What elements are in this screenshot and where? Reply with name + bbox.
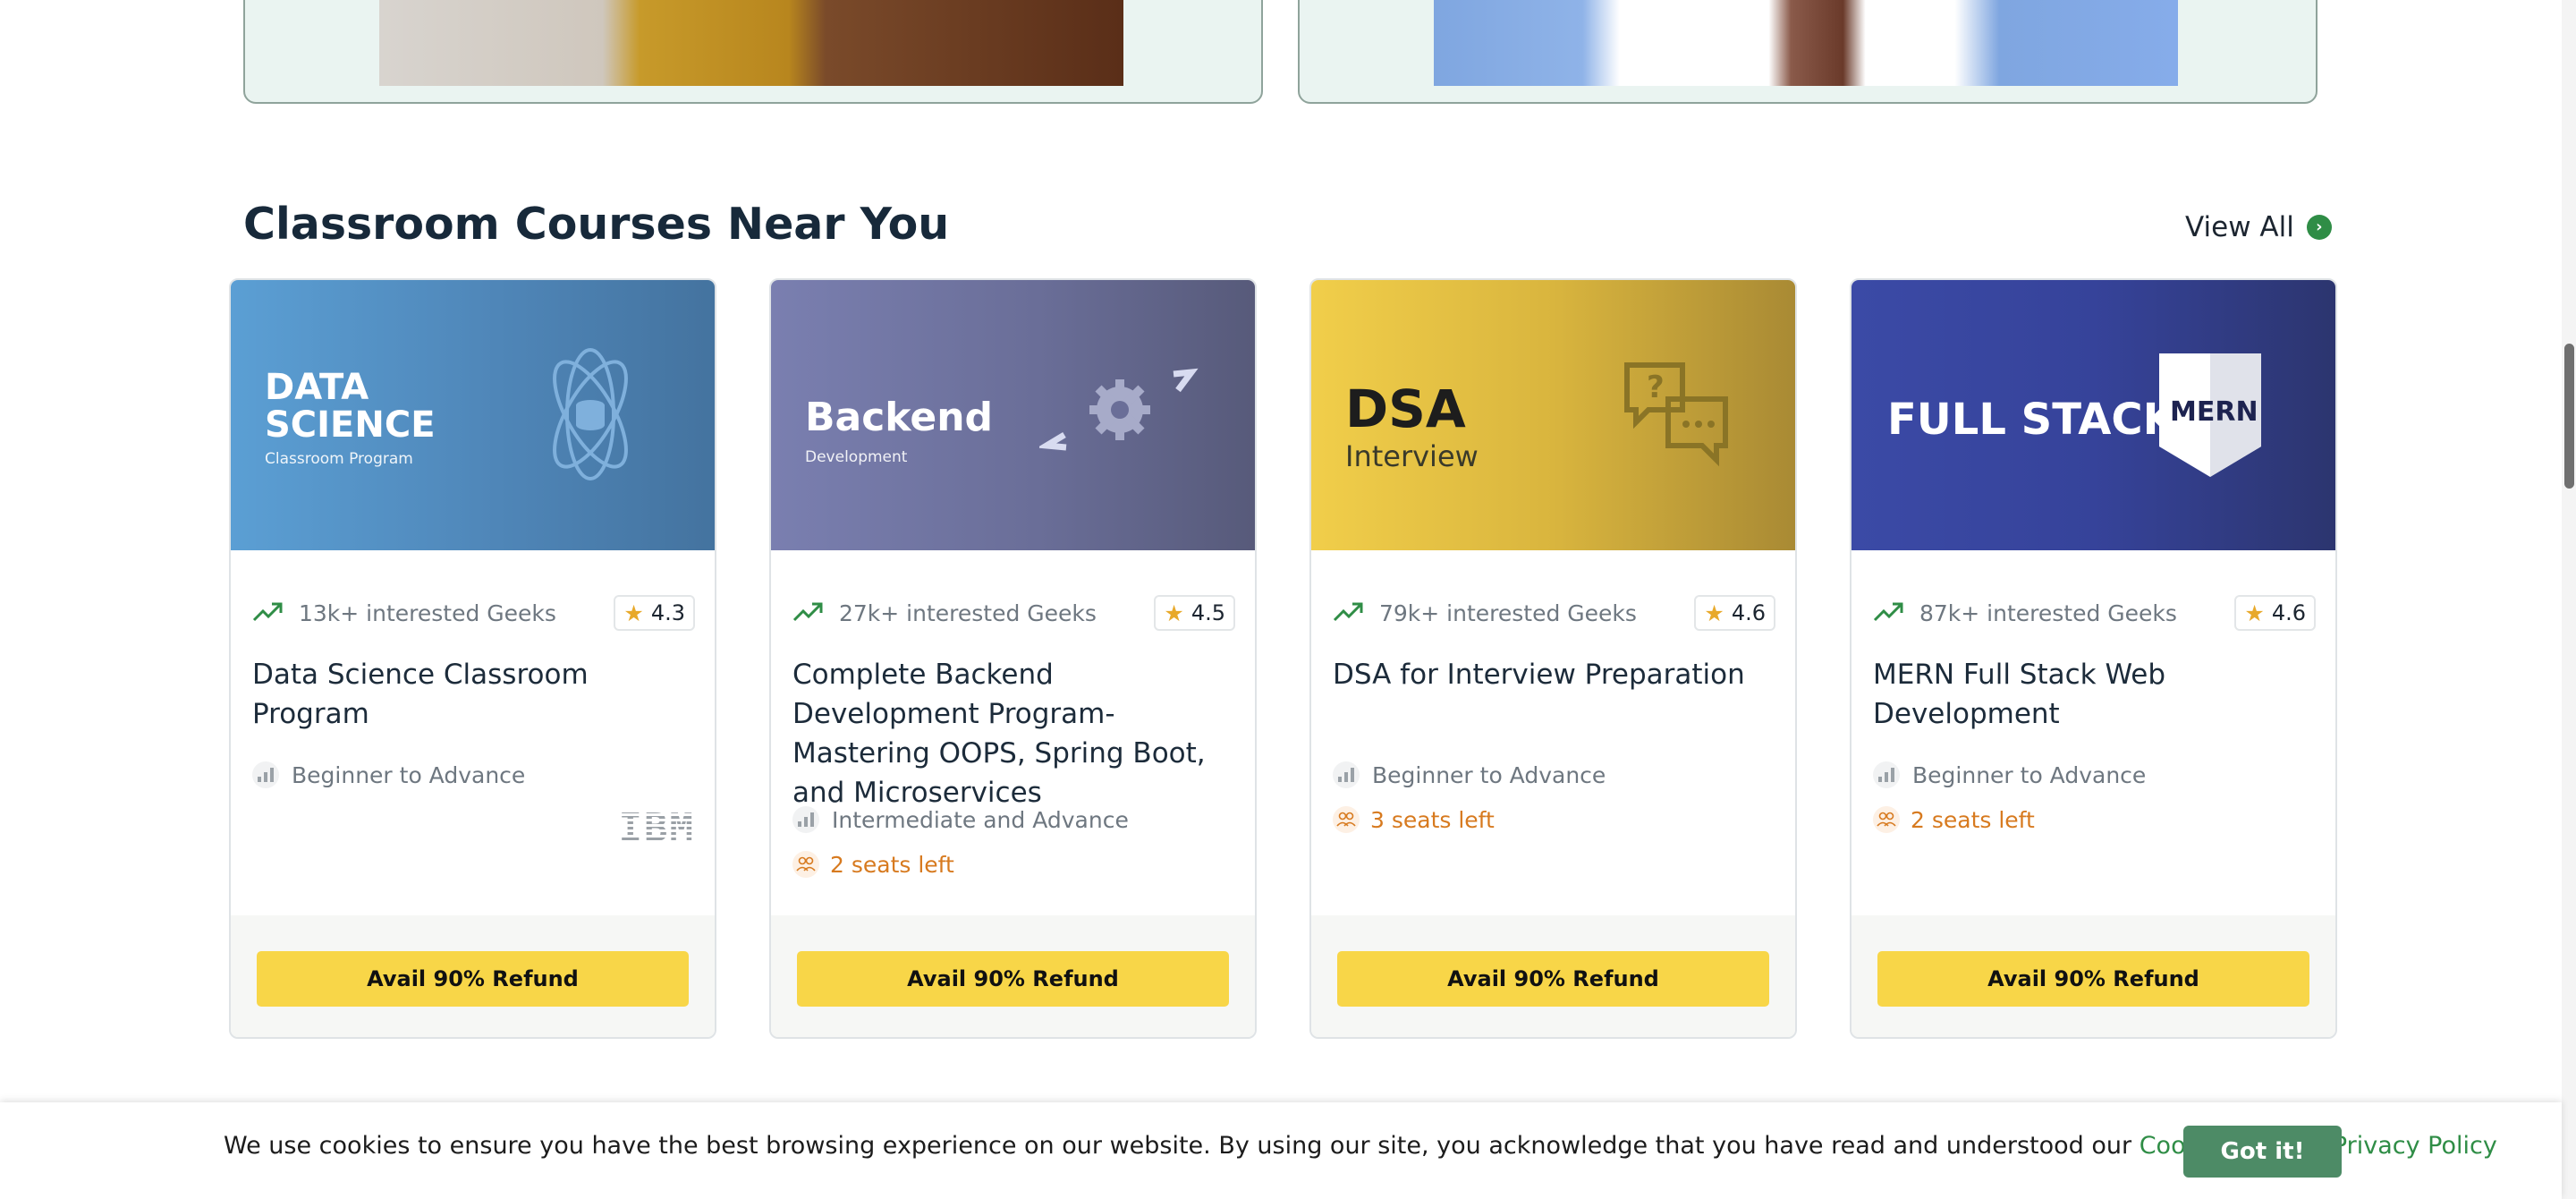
course-banner: DSA Interview ?	[1311, 280, 1795, 550]
rating-value: 4.3	[650, 600, 685, 625]
trending-up-icon	[1333, 602, 1363, 622]
level-bars-icon	[1873, 761, 1900, 788]
course-card-backend[interactable]: Backend Development 27k+ interested Geek…	[769, 278, 1257, 1039]
level-bars-icon	[792, 806, 819, 833]
course-level: Beginner to Advance	[252, 761, 525, 788]
banner-title: Backend	[805, 395, 994, 440]
svg-text:?: ?	[1647, 370, 1665, 405]
cookie-consent-bar: We use cookies to ensure you have the be…	[0, 1102, 2562, 1199]
seats-left-label: 2 seats left	[1911, 806, 2035, 833]
avail-refund-button[interactable]: Avail 90% Refund	[797, 951, 1229, 1007]
banner-title: FULL STACK	[1887, 395, 2176, 445]
course-level: Intermediate and Advance	[792, 806, 1129, 833]
course-banner: DATA SCIENCE Classroom Program	[231, 280, 715, 550]
course-title[interactable]: MERN Full Stack Web Development	[1873, 655, 2305, 734]
course-card-dsa[interactable]: DSA Interview ? 79k+ interested Geeks ★ 4…	[1309, 278, 1797, 1039]
banner-subtitle: Development	[805, 448, 908, 466]
course-card-data-science[interactable]: DATA SCIENCE Classroom Program 13k+ inte…	[229, 278, 716, 1039]
users-icon	[1333, 806, 1360, 833]
course-level-label: Beginner to Advance	[1372, 761, 1606, 788]
course-level: Beginner to Advance	[1333, 761, 1606, 788]
trending-up-icon	[252, 602, 283, 622]
course-level: Beginner to Advance	[1873, 761, 2146, 788]
seats-left: 3 seats left	[1333, 806, 1495, 833]
section-title: Classroom Courses Near You	[243, 199, 950, 250]
course-level-label: Intermediate and Advance	[832, 806, 1129, 833]
rating-badge: ★ 4.5	[1154, 595, 1235, 631]
level-bars-icon	[252, 761, 279, 788]
course-level-label: Beginner to Advance	[1912, 761, 2147, 788]
ibm-partner-logo: IBM	[618, 805, 695, 851]
scrollbar-thumb[interactable]	[2564, 344, 2574, 489]
featured-image-left	[379, 0, 1123, 86]
rating-value: 4.6	[1731, 600, 1766, 625]
users-icon	[792, 851, 819, 878]
banner-title: DSA	[1345, 378, 1466, 439]
course-title[interactable]: DSA for Interview Preparation	[1333, 655, 1765, 694]
banner-title-line2: SCIENCE	[265, 404, 436, 446]
banner-subtitle: Interview	[1345, 439, 1479, 473]
chevron-right-icon: ›	[2306, 215, 2332, 240]
interested-count: 27k+ interested Geeks	[839, 600, 1097, 626]
banner-subtitle: Classroom Program	[265, 450, 413, 468]
course-card-mern[interactable]: FULL STACK MERN 87k+ interested Geeks ★ 4…	[1850, 278, 2337, 1039]
avail-refund-button[interactable]: Avail 90% Refund	[1877, 951, 2309, 1007]
cookie-message-text: We use cookies to ensure you have the be…	[224, 1132, 2132, 1160]
interested-count: 87k+ interested Geeks	[1919, 600, 2177, 626]
star-icon: ★	[1704, 600, 1724, 626]
level-bars-icon	[1333, 761, 1360, 788]
course-banner: FULL STACK MERN	[1852, 280, 2335, 550]
featured-card-right[interactable]	[1298, 0, 2318, 104]
star-icon: ★	[2244, 600, 2265, 626]
interested-count: 79k+ interested Geeks	[1379, 600, 1637, 626]
rating-badge: ★ 4.3	[614, 595, 695, 631]
rating-badge: ★ 4.6	[2234, 595, 2316, 631]
privacy-policy-link[interactable]: Privacy Policy	[2333, 1132, 2497, 1160]
seats-left: 2 seats left	[1873, 806, 2035, 833]
featured-card-left[interactable]	[243, 0, 1263, 104]
course-title[interactable]: Complete Backend Development Program- Ma…	[792, 655, 1224, 812]
banner-badge: MERN	[2170, 396, 2258, 428]
view-all-link[interactable]: View All ›	[2185, 211, 2332, 243]
featured-image-right	[1434, 0, 2178, 86]
course-banner: Backend Development	[771, 280, 1255, 550]
trending-up-icon	[1873, 602, 1903, 622]
rating-badge: ★ 4.6	[1694, 595, 1775, 631]
rating-value: 4.5	[1191, 600, 1225, 625]
rating-value: 4.6	[2271, 600, 2306, 625]
star-icon: ★	[623, 600, 644, 626]
star-icon: ★	[1164, 600, 1184, 626]
chat-question-icon: ?	[1624, 362, 1728, 467]
trending-up-icon	[792, 602, 823, 622]
avail-refund-button[interactable]: Avail 90% Refund	[1337, 951, 1769, 1007]
seats-left-label: 3 seats left	[1370, 806, 1495, 833]
seats-left: 2 seats left	[792, 851, 954, 878]
avail-refund-button[interactable]: Avail 90% Refund	[257, 951, 689, 1007]
course-level-label: Beginner to Advance	[292, 761, 526, 788]
page-scrollbar[interactable]	[2562, 0, 2576, 1199]
course-title[interactable]: Data Science Classroom Program	[252, 655, 684, 734]
cookie-message: We use cookies to ensure you have the be…	[224, 1132, 2497, 1160]
atom-icon	[553, 348, 628, 480]
got-it-button[interactable]: Got it!	[2183, 1126, 2342, 1178]
view-all-label: View All	[2185, 211, 2294, 243]
gear-icon	[1039, 368, 1199, 451]
seats-left-label: 2 seats left	[830, 851, 954, 878]
users-icon	[1873, 806, 1900, 833]
banner-title-line1: DATA	[265, 367, 369, 408]
interested-count: 13k+ interested Geeks	[299, 600, 556, 626]
